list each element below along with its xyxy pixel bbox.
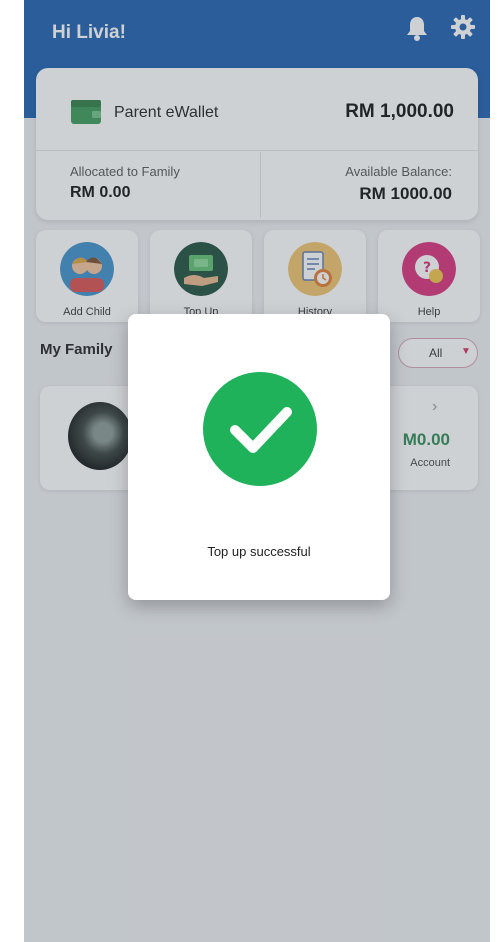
check-circle-icon <box>203 372 317 486</box>
success-message: Top up successful <box>207 544 311 559</box>
success-dialog: Top up successful <box>128 314 390 600</box>
app-screen: Hi Livia! Parent eWallet RM 1,000.00 All <box>24 0 490 942</box>
